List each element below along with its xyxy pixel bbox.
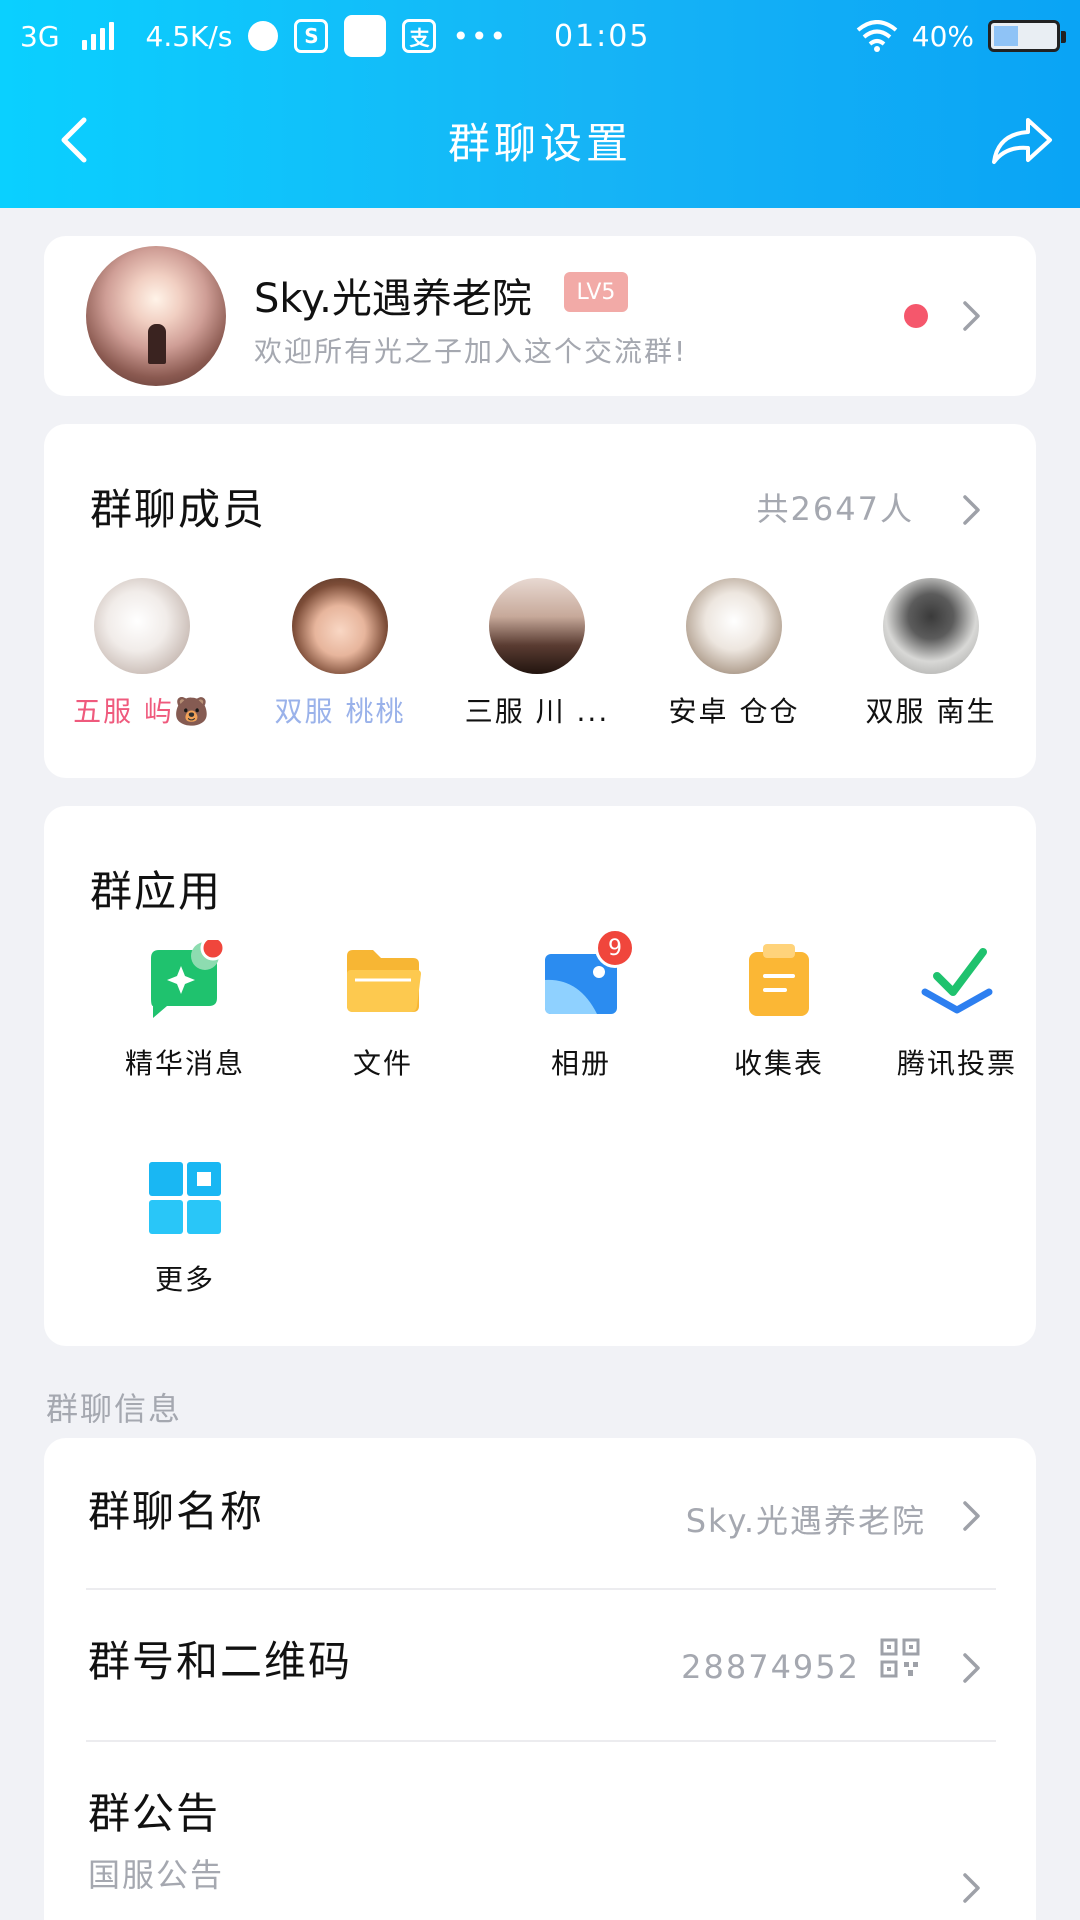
share-icon[interactable] <box>988 112 1054 168</box>
member-avatar <box>94 578 190 674</box>
app-s-icon: S <box>294 19 329 53</box>
group-info-card: 群聊名称 Sky.光遇养老院 群号和二维码 28874952 群公告 国服公告 <box>44 1438 1036 1920</box>
member-name: 双服 桃桃 <box>274 695 406 728</box>
chevron-right-icon <box>960 1650 984 1686</box>
app-label: 文件 <box>352 1047 413 1080</box>
nav-bar: 群聊设置 <box>0 90 1080 190</box>
member-name: 安卓 仓仓 <box>668 695 800 728</box>
app-collection-form[interactable]: 收集表 <box>684 940 874 1082</box>
member-item[interactable]: 双服 南生 <box>833 578 1029 730</box>
folder-icon <box>341 940 425 1024</box>
app-label: 收集表 <box>733 1047 824 1080</box>
notice-preview: 国服公告 <box>88 1856 225 1894</box>
group-number: 28874952 <box>681 1648 860 1686</box>
app-essence-messages[interactable]: 精华消息 <box>90 935 280 1082</box>
app-label: 更多 <box>154 1263 215 1296</box>
group-avatar <box>86 246 226 386</box>
unread-dot <box>904 304 928 328</box>
app-label: 精华消息 <box>124 1047 245 1080</box>
info-section-label: 群聊信息 <box>46 1390 183 1428</box>
back-arrow-icon[interactable] <box>50 114 102 166</box>
row-label: 群号和二维码 <box>88 1637 353 1686</box>
member-avatar <box>883 578 979 674</box>
row-label: 群公告 <box>88 1789 221 1838</box>
row-value: Sky.光遇养老院 <box>685 1502 926 1540</box>
member-item[interactable]: 五服 屿🐻 <box>44 578 240 730</box>
group-name-row[interactable]: 群聊名称 Sky.光遇养老院 <box>44 1438 1036 1588</box>
member-item[interactable]: 双服 桃桃 <box>242 578 438 730</box>
more-grid-icon <box>143 1156 227 1240</box>
member-item[interactable]: 安卓 仓仓 <box>636 578 832 730</box>
member-avatar <box>686 578 782 674</box>
more-notifications-icon: ••• <box>452 19 508 53</box>
app-label: 相册 <box>550 1047 611 1080</box>
group-profile-card[interactable]: Sky.光遇养老院 LV5 欢迎所有光之子加入这个交流群! <box>44 236 1036 396</box>
network-type: 3G <box>20 19 60 53</box>
apps-title: 群应用 <box>90 867 223 916</box>
member-name: 五服 屿🐻 <box>73 695 211 728</box>
member-name: 三服 川 ... <box>464 695 610 728</box>
app-files[interactable]: 文件 <box>288 940 478 1082</box>
member-avatar <box>489 578 585 674</box>
battery-icon <box>988 20 1066 52</box>
vote-check-icon <box>915 940 999 1024</box>
member-item[interactable]: 三服 川 ... <box>439 578 635 730</box>
top-bar: 3G 4.5K/s S 支 ••• 01:05 40% 群聊设置 <box>0 0 1080 208</box>
members-card: 群聊成员 共2647人 五服 屿🐻 双服 桃桃 三服 川 ... 安卓 仓仓 双… <box>44 424 1036 778</box>
chevron-right-icon <box>960 1498 984 1534</box>
clipboard-icon <box>737 940 821 1024</box>
app-blank-icon <box>344 15 387 57</box>
app-tencent-vote[interactable]: 腾讯投票 <box>882 940 1032 1082</box>
member-count[interactable]: 共2647人 <box>757 484 914 530</box>
row-label: 群聊名称 <box>88 1487 265 1536</box>
member-avatar <box>292 578 388 674</box>
qr-code-icon[interactable] <box>880 1638 920 1678</box>
album-icon: 9 <box>539 928 635 1024</box>
page-title: 群聊设置 <box>447 118 632 168</box>
group-intro: 欢迎所有光之子加入这个交流群! <box>254 335 688 368</box>
essence-message-icon <box>143 935 227 1024</box>
group-name: Sky.光遇养老院 <box>254 276 532 322</box>
clock: 01:05 <box>553 18 651 54</box>
alipay-icon: 支 <box>402 19 437 53</box>
status-bar: 3G 4.5K/s S 支 ••• 01:05 40% <box>0 0 1080 72</box>
app-album[interactable]: 9 相册 <box>486 928 676 1082</box>
member-name: 双服 南生 <box>865 695 997 728</box>
group-level-badge: LV5 <box>564 272 628 312</box>
chevron-right-icon <box>960 298 984 334</box>
signal-icon <box>81 22 114 50</box>
members-title: 群聊成员 <box>90 485 267 534</box>
network-speed: 4.5K/s <box>145 19 233 53</box>
album-badge: 9 <box>595 928 635 968</box>
group-notice-row[interactable]: 群公告 国服公告 <box>44 1742 1036 1920</box>
app-more[interactable]: 更多 <box>90 1156 280 1298</box>
group-apps-card: 群应用 精华消息 文件 9 相册 收集表 腾讯投票 更多 <box>44 806 1036 1346</box>
app-label: 腾讯投票 <box>896 1047 1017 1080</box>
browser-icon <box>248 21 279 51</box>
wifi-icon <box>856 20 898 52</box>
chevron-right-icon[interactable] <box>960 492 984 528</box>
battery-percent: 40% <box>911 19 974 53</box>
chevron-right-icon <box>960 1870 984 1906</box>
